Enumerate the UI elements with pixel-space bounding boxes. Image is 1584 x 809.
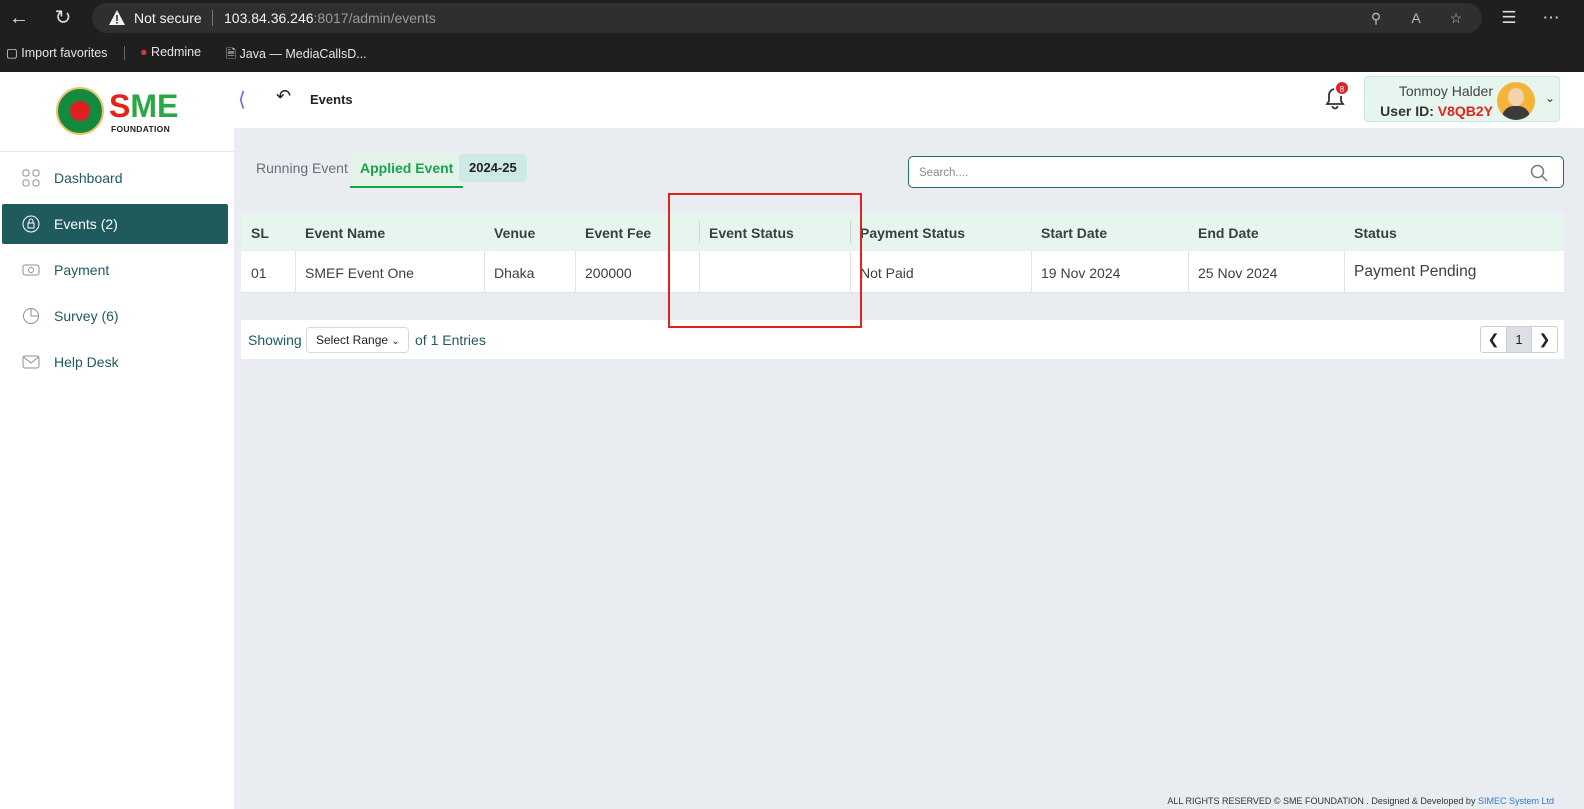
zoom-icon[interactable]: ⚲ [1366, 8, 1386, 28]
search-box [908, 156, 1564, 188]
tab-applied-event[interactable]: Applied Event [350, 152, 464, 188]
sidebar-item-events[interactable]: Events (2) [2, 204, 228, 244]
sidebar-menu: Dashboard Events (2) Payment Survey (6) … [2, 158, 228, 388]
column-divider [1188, 251, 1189, 293]
column-divider [699, 221, 700, 243]
cell-status: Payment Pending [1354, 263, 1477, 280]
year-badge[interactable]: 2024-25 [459, 154, 527, 182]
column-divider [699, 251, 700, 293]
divider [124, 46, 125, 60]
column-header-event-name: Event Name [305, 225, 386, 241]
sidebar-item-help-desk[interactable]: Help Desk [2, 342, 228, 382]
sidebar-item-label: Dashboard [54, 170, 123, 186]
browser-chrome: ← ↻ Not secure 103.84.36.246:8017/admin/… [0, 0, 1584, 72]
cell-venue: Dhaka [494, 265, 535, 281]
next-page-icon[interactable]: ❯ [1532, 327, 1557, 352]
column-divider [484, 251, 485, 293]
grid-icon [22, 169, 40, 187]
breadcrumb: Events [310, 92, 353, 107]
user-menu[interactable]: Tonmoy Halder User ID: V8QB2Y ⌄ [1364, 76, 1560, 122]
cell-event-name: SMEF Event One [305, 265, 414, 281]
top-bar: ⟨ ↶ Events 8 Tonmoy Halder User ID: V8QB… [234, 72, 1584, 128]
column-header-event-status: Event Status [709, 225, 794, 241]
search-input[interactable] [919, 163, 1509, 183]
bookmark-java[interactable]: 🗎 Java — MediaCallsD... [226, 45, 367, 66]
back-icon[interactable]: ↶ [276, 86, 291, 107]
bookmark-import-favorites[interactable]: ▢ Import favorites [6, 45, 107, 60]
pagination-bar: Showing Select Range ⌄ of 1 Entries ❮ 1 … [241, 320, 1564, 359]
cell-start-date: 19 Nov 2024 [1041, 265, 1121, 281]
more-menu-icon[interactable]: ⋯ [1539, 6, 1563, 30]
column-header-start-date: Start Date [1041, 225, 1108, 241]
column-divider [575, 251, 576, 293]
footer-text: ALL RIGHTS RESERVED © SME FOUNDATION . D… [1167, 796, 1554, 806]
survey-icon [23, 308, 39, 324]
sidebar: SME FOUNDATION Dashboard Events (2) Paym… [0, 72, 234, 809]
logo-area: SME FOUNDATION [0, 72, 234, 152]
payment-icon [22, 264, 40, 276]
column-header-sl: SL [251, 225, 269, 241]
chevron-down-icon: ⌄ [391, 336, 400, 347]
tab-running-event[interactable]: Running Event [246, 152, 358, 188]
events-icon [22, 215, 40, 233]
read-aloud-icon[interactable]: A [1406, 8, 1426, 28]
mail-icon [22, 355, 40, 369]
url-host: 103.84.36.246 [224, 10, 314, 26]
table-header: SL Event Name Venue Event Fee Event Stat… [241, 213, 1564, 251]
cell-sl: 01 [251, 265, 267, 281]
bookmarks-bar: ▢ Import favorites ● Redmine 🗎 Java — Me… [0, 40, 1584, 66]
warning-icon [109, 10, 125, 25]
sidebar-item-label: Payment [54, 262, 110, 278]
events-table: SL Event Name Venue Event Fee Event Stat… [241, 213, 1564, 293]
collapse-sidebar-icon[interactable]: ⟨ [238, 87, 246, 112]
page-number[interactable]: 1 [1506, 327, 1532, 352]
chevron-down-icon[interactable]: ⌄ [1545, 91, 1555, 105]
sidebar-item-dashboard[interactable]: Dashboard [2, 158, 228, 198]
cell-payment-status: Not Paid [860, 265, 914, 281]
range-select[interactable]: Select Range ⌄ [306, 327, 409, 353]
cell-end-date: 25 Nov 2024 [1198, 265, 1278, 281]
government-emblem-logo [56, 87, 104, 135]
column-divider [850, 251, 851, 293]
column-divider [295, 251, 296, 293]
address-bar[interactable]: Not secure 103.84.36.246:8017/admin/even… [92, 3, 1482, 33]
sidebar-item-label: Events (2) [54, 216, 118, 232]
developer-link[interactable]: SIMEC System Ltd [1478, 796, 1554, 806]
notification-badge: 8 [1334, 80, 1350, 96]
back-arrow-icon[interactable]: ← [6, 6, 32, 30]
entries-label: of 1 Entries [415, 332, 486, 348]
bookmark-redmine[interactable]: ● Redmine [140, 45, 201, 59]
avatar [1497, 82, 1535, 120]
cell-event-fee: 200000 [585, 265, 632, 281]
showing-label: Showing [248, 332, 302, 348]
divider [212, 10, 213, 26]
url-text[interactable]: 103.84.36.246:8017/admin/events [224, 10, 436, 26]
column-divider [1344, 251, 1345, 293]
favorites-icon[interactable]: ☰ [1497, 6, 1521, 30]
refresh-icon[interactable]: ↻ [50, 6, 76, 30]
column-header-event-fee: Event Fee [585, 225, 652, 241]
url-path: :8017/admin/events [313, 10, 436, 26]
column-header-end-date: End Date [1198, 225, 1259, 241]
sme-foundation-logo[interactable]: SME FOUNDATION [109, 88, 178, 136]
sidebar-item-survey[interactable]: Survey (6) [2, 296, 228, 336]
main-content: Running Event Applied Event 2024-25 SL E… [234, 128, 1584, 788]
column-header-payment-status: Payment Status [860, 225, 966, 241]
pagination: ❮ 1 ❯ [1480, 326, 1558, 353]
search-icon[interactable] [1529, 163, 1549, 183]
column-header-status: Status [1354, 225, 1397, 241]
column-header-venue: Venue [494, 225, 536, 241]
column-divider [1031, 251, 1032, 293]
security-label: Not secure [134, 10, 202, 26]
footer: ALL RIGHTS RESERVED © SME FOUNDATION . D… [234, 788, 1584, 809]
user-name: Tonmoy Halder [1398, 83, 1493, 99]
favorite-star-icon[interactable]: ☆ [1446, 8, 1466, 28]
column-divider [850, 221, 851, 243]
sidebar-item-payment[interactable]: Payment [2, 250, 228, 290]
user-id: User ID: V8QB2Y [1380, 103, 1493, 119]
table-row[interactable]: 01 SMEF Event One Dhaka 200000 Not Paid … [241, 251, 1564, 293]
previous-page-icon[interactable]: ❮ [1481, 327, 1506, 352]
sidebar-item-label: Survey (6) [54, 308, 119, 324]
sidebar-item-label: Help Desk [54, 354, 119, 370]
